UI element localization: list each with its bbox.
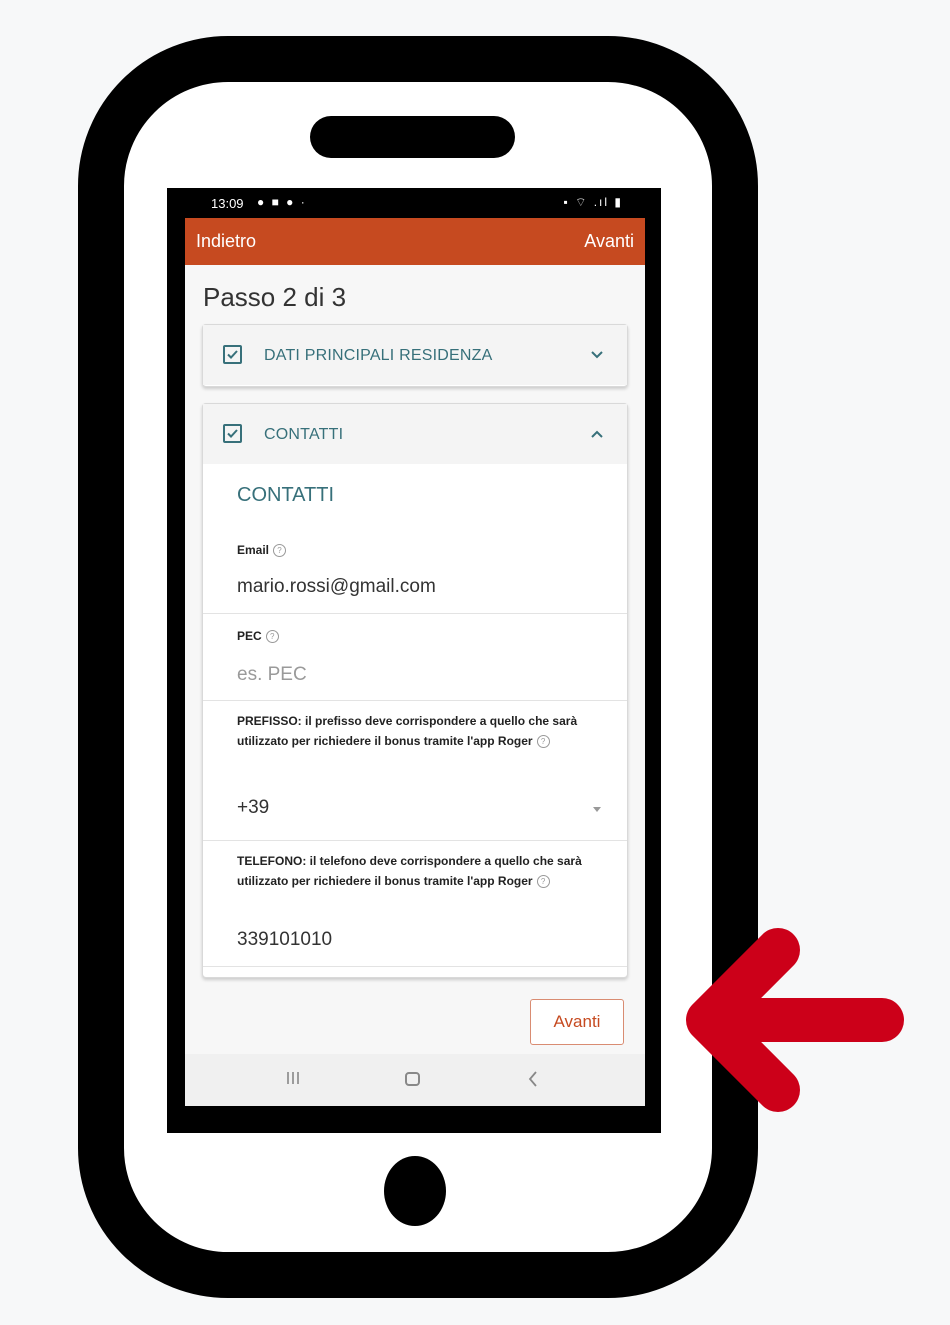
prefix-field-group: PREFISSO: il prefisso deve corrispondere… [203, 701, 627, 841]
status-time: 13:09 [211, 196, 244, 211]
contacts-heading: CONTATTI [237, 484, 335, 506]
checkbox-checked-icon [223, 424, 242, 443]
back-icon[interactable] [527, 1070, 539, 1088]
email-input[interactable] [237, 576, 607, 598]
next-button[interactable]: Avanti [530, 999, 624, 1045]
help-icon[interactable]: ? [273, 544, 287, 557]
email-field-group: Email? [203, 530, 627, 614]
signal-battery-icons: ▪ ⌔ .ıl ▮ [563, 195, 623, 209]
next-link[interactable]: Avanti [584, 231, 634, 252]
notification-icons: ● ■ ● · [257, 195, 307, 209]
chevron-down-icon [591, 351, 603, 359]
android-nav-bar [185, 1054, 645, 1106]
help-icon[interactable]: ? [265, 630, 279, 643]
page-title: Passo 2 di 3 [203, 282, 347, 312]
recents-icon[interactable] [285, 1070, 301, 1086]
help-icon[interactable]: ? [536, 735, 550, 748]
app-bar: Indietro Avanti [185, 218, 645, 265]
help-icon[interactable]: ? [536, 875, 550, 888]
status-bar: 13:09 ● ■ ● · ▪ ⌔ .ıl ▮ [185, 188, 645, 218]
prefix-label: PREFISSO: il prefisso deve corrispondere… [237, 714, 578, 748]
red-arrow-icon [686, 928, 904, 1112]
dropdown-arrow-icon [593, 807, 601, 812]
phone-input[interactable] [237, 929, 607, 951]
section-title: CONTATTI [264, 426, 344, 443]
back-link[interactable]: Indietro [196, 231, 256, 252]
phone-speaker [310, 116, 515, 158]
phone-screen: 13:09 ● ■ ● · ▪ ⌔ .ıl ▮ Indietro Avanti … [185, 188, 645, 1106]
section-contacts: CONTATTI CONTATTI Email? PEC? PREFISSO: … [202, 403, 628, 978]
phone-field-group: TELEFONO: il telefono deve corrispondere… [203, 841, 627, 967]
phone-home-button [384, 1156, 446, 1226]
section-residence-header[interactable]: DATI PRINCIPALI RESIDENZA [203, 325, 627, 385]
chevron-up-icon [591, 430, 603, 438]
pec-input[interactable] [237, 664, 607, 686]
pec-label: PEC? [237, 626, 617, 646]
section-residence: DATI PRINCIPALI RESIDENZA [202, 324, 628, 387]
section-title: DATI PRINCIPALI RESIDENZA [264, 347, 493, 364]
home-icon[interactable] [405, 1072, 420, 1086]
section-contacts-header[interactable]: CONTATTI [203, 404, 627, 464]
email-label: Email? [237, 540, 617, 560]
pec-field-group: PEC? [203, 614, 627, 701]
checkbox-checked-icon [223, 345, 242, 364]
phone-label: TELEFONO: il telefono deve corrispondere… [237, 854, 582, 888]
prefix-select[interactable] [237, 797, 607, 819]
